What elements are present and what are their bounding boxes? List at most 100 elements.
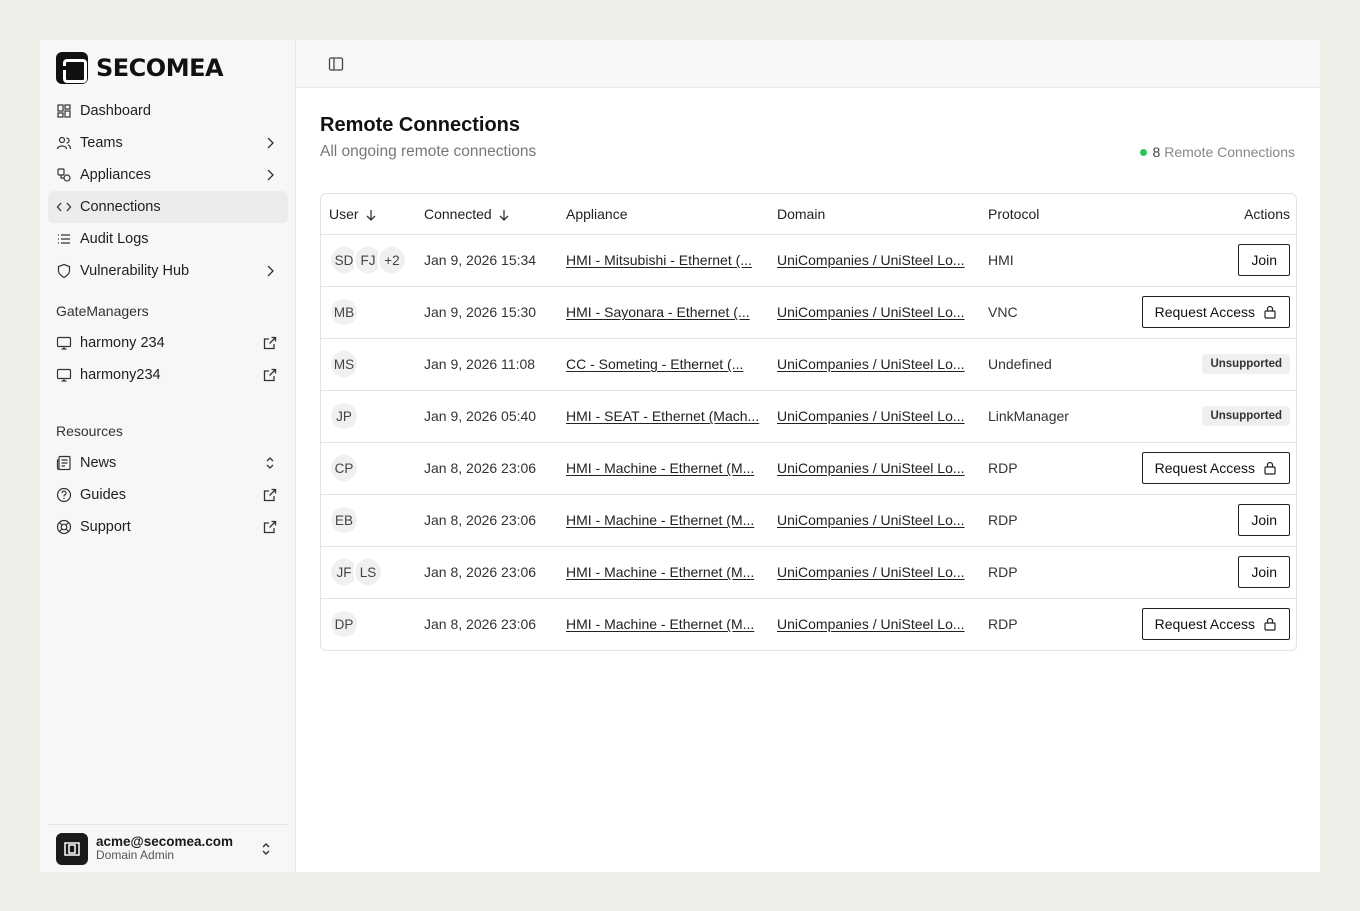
cell-connected: Jan 9, 2026 15:34	[416, 234, 558, 287]
cell-protocol: HMI	[980, 234, 1130, 287]
cell-users: SD FJ +2	[321, 234, 416, 287]
cell-actions: Join	[1130, 494, 1296, 547]
user-avatar[interactable]: LS	[353, 557, 383, 587]
nav-item-label: Dashboard	[80, 103, 151, 119]
brand-logo[interactable]: SECOMEA	[56, 52, 224, 84]
main-content: Remote Connections All ongoing remote co…	[296, 40, 1320, 872]
sidebar-item-dashboard[interactable]: Dashboard	[48, 95, 288, 127]
cell-domain: UniCompanies / UniSteel Lo...	[769, 390, 980, 443]
column-header-actions: Actions	[1130, 194, 1296, 235]
help-circle-icon	[56, 487, 72, 503]
column-header-connected[interactable]: Connected	[416, 194, 558, 235]
appliance-link[interactable]: HMI - SEAT - Ethernet (Mach...	[566, 408, 759, 424]
appliance-link[interactable]: HMI - Machine - Ethernet (M...	[566, 512, 754, 528]
join-button[interactable]: Join	[1238, 556, 1290, 588]
cell-domain: UniCompanies / UniSteel Lo...	[769, 234, 980, 287]
chevron-updown-icon	[262, 843, 270, 855]
building-icon	[64, 841, 80, 856]
sidebar-item-vulnerability-hub[interactable]: Vulnerability Hub	[48, 255, 288, 287]
page-subtitle: All ongoing remote connections	[320, 143, 537, 160]
user-avatar[interactable]: JP	[329, 401, 359, 431]
lock-icon	[1264, 618, 1276, 631]
cell-actions: Request Access	[1130, 442, 1296, 495]
resources-heading: Resources	[56, 423, 123, 439]
domain-link[interactable]: UniCompanies / UniSteel Lo...	[777, 356, 965, 372]
user-menu[interactable]: acme@secomea.com Domain Admin	[48, 824, 288, 872]
domain-link[interactable]: UniCompanies / UniSteel Lo...	[777, 512, 965, 528]
table-row: EB Jan 8, 2026 23:06 HMI - Machine - Ether…	[321, 494, 1296, 547]
domain-link[interactable]: UniCompanies / UniSteel Lo...	[777, 460, 965, 476]
sidebar-item-gatemanager[interactable]: harmony 234	[48, 327, 288, 359]
cell-protocol: RDP	[980, 442, 1130, 495]
gatemanagers-heading: GateManagers	[56, 303, 149, 319]
sidebar-item-connections[interactable]: Connections	[48, 191, 288, 223]
appliance-link[interactable]: HMI - Sayonara - Ethernet (...	[566, 304, 750, 320]
appliance-link[interactable]: CC - Someting - Ethernet (...	[566, 356, 743, 372]
cell-actions: Join	[1130, 234, 1296, 287]
request-access-button[interactable]: Request Access	[1141, 452, 1290, 484]
domain-link[interactable]: UniCompanies / UniSteel Lo...	[777, 304, 965, 320]
user-avatar[interactable]: CP	[329, 453, 359, 483]
cell-actions: Request Access	[1130, 598, 1296, 650]
join-button[interactable]: Join	[1238, 244, 1290, 276]
domain-link[interactable]: UniCompanies / UniSteel Lo...	[777, 616, 965, 632]
unsupported-badge: Unsupported	[1202, 354, 1290, 374]
appliance-link[interactable]: HMI - Machine - Ethernet (M...	[566, 460, 754, 476]
nav-item-label: Support	[80, 519, 131, 535]
appliance-link[interactable]: HMI - Machine - Ethernet (M...	[566, 616, 754, 632]
nav-item-label: Teams	[80, 135, 123, 151]
domain-link[interactable]: UniCompanies / UniSteel Lo...	[777, 408, 965, 424]
lock-icon	[1264, 305, 1276, 319]
user-avatar[interactable]: EB	[329, 505, 359, 535]
sidebar-item-appliances[interactable]: Appliances	[48, 159, 288, 191]
join-button[interactable]: Join	[1238, 504, 1290, 536]
nav-item-label: Audit Logs	[80, 231, 149, 247]
cell-users: JF LS	[321, 546, 416, 599]
cell-appliance: HMI - SEAT - Ethernet (Mach...	[558, 390, 769, 443]
table-row: CP Jan 8, 2026 23:06 HMI - Machine - Ether…	[321, 442, 1296, 495]
shield-icon	[57, 263, 71, 279]
column-header-user[interactable]: User	[321, 194, 416, 235]
request-access-button[interactable]: Request Access	[1141, 608, 1290, 641]
domain-link[interactable]: UniCompanies / UniSteel Lo...	[777, 252, 965, 268]
column-header-protocol: Protocol	[980, 194, 1130, 235]
user-avatar[interactable]: MS	[329, 349, 359, 379]
cell-appliance: CC - Someting - Ethernet (...	[558, 338, 769, 391]
table-row: JF LS Jan 8, 2026 23:06 HMI - Machine - Eth…	[321, 546, 1296, 599]
org-avatar	[56, 832, 88, 865]
cell-connected: Jan 9, 2026 11:08	[416, 338, 558, 391]
sidebar-item-news[interactable]: News	[48, 447, 288, 479]
sidebar-item-support[interactable]: Support	[48, 511, 288, 543]
appliance-link[interactable]: HMI - Mitsubishi - Ethernet (...	[566, 252, 752, 268]
external-link-icon	[263, 368, 277, 382]
cell-connected: Jan 8, 2026 23:06	[416, 546, 558, 599]
request-access-button[interactable]: Request Access	[1141, 296, 1290, 328]
nav-item-label: Appliances	[80, 167, 151, 183]
cell-users: DP	[321, 598, 416, 650]
cell-actions: Join	[1130, 546, 1296, 599]
cell-domain: UniCompanies / UniSteel Lo...	[769, 546, 980, 599]
appliance-link[interactable]: HMI - Machine - Ethernet (M...	[566, 564, 754, 580]
cell-domain: UniCompanies / UniSteel Lo...	[769, 442, 980, 495]
status-dot-icon	[1140, 148, 1148, 156]
user-avatar[interactable]: MB	[329, 297, 359, 327]
chevron-right-icon	[267, 137, 274, 149]
sidebar-item-teams[interactable]: Teams	[48, 127, 288, 159]
sidebar-toggle-icon[interactable]	[328, 56, 344, 72]
sidebar-item-guides[interactable]: Guides	[48, 479, 288, 511]
domain-link[interactable]: UniCompanies / UniSteel Lo...	[777, 564, 965, 580]
connections-count: 8 Remote Connections	[1140, 144, 1295, 160]
app-window: SECOMEA Dashboard Teams Appliances Connecti…	[40, 40, 1320, 872]
cell-protocol: RDP	[988, 616, 1018, 633]
table-row: SD FJ +2 Jan 9, 2026 15:34 HMI - Mitsubishi …	[321, 234, 1296, 287]
sidebar-item-audit-logs[interactable]: Audit Logs	[48, 223, 288, 255]
table-row: MS Jan 9, 2026 11:08 CC - Someting - Ether…	[321, 338, 1296, 391]
column-header-appliance: Appliance	[558, 194, 769, 235]
cell-actions: Request Access	[1130, 286, 1296, 339]
external-link-icon	[263, 336, 277, 350]
table-row: DP Jan 8, 2026 23:06 HMI - Machine - Ether…	[321, 598, 1296, 650]
user-avatar[interactable]: +2	[377, 245, 407, 275]
sidebar-item-gatemanager[interactable]: harmony234	[48, 359, 288, 391]
user-avatar[interactable]: DP	[329, 609, 359, 640]
page-title: Remote Connections	[320, 114, 521, 136]
